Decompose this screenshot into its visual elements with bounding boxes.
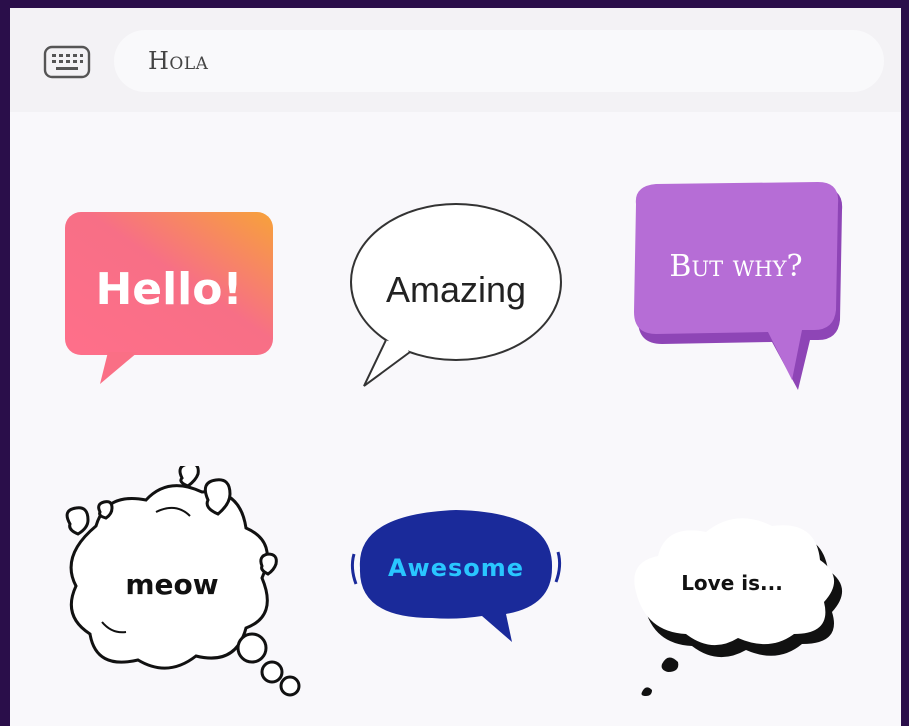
sticker-love-is-text: Love is... — [681, 571, 783, 595]
sticker-amazing[interactable]: Amazing — [342, 200, 572, 390]
search-field[interactable]: Hola — [114, 30, 884, 92]
sticker-hello[interactable]: Hello! — [60, 208, 280, 388]
sticker-meow-text: meow — [125, 568, 218, 601]
keyboard-icon — [43, 45, 91, 79]
keyboard-toggle-button[interactable] — [40, 42, 94, 82]
sticker-panel: Hola Hello! Amazing But why? meow Awesom… — [10, 8, 901, 726]
sticker-hello-text: Hello! — [95, 264, 242, 315]
sticker-love-is[interactable]: Love is... — [622, 494, 858, 710]
search-input[interactable]: Hola — [148, 47, 208, 75]
sticker-but-why-text: But why? — [669, 249, 802, 284]
search-bar-area: Hola — [10, 8, 901, 112]
sticker-meow[interactable]: meow — [56, 466, 306, 702]
sticker-awesome-text: Awesome — [388, 554, 524, 582]
sticker-amazing-text: Amazing — [386, 269, 526, 310]
sticker-but-why[interactable]: But why? — [622, 180, 857, 400]
sticker-awesome[interactable]: Awesome — [346, 502, 568, 652]
